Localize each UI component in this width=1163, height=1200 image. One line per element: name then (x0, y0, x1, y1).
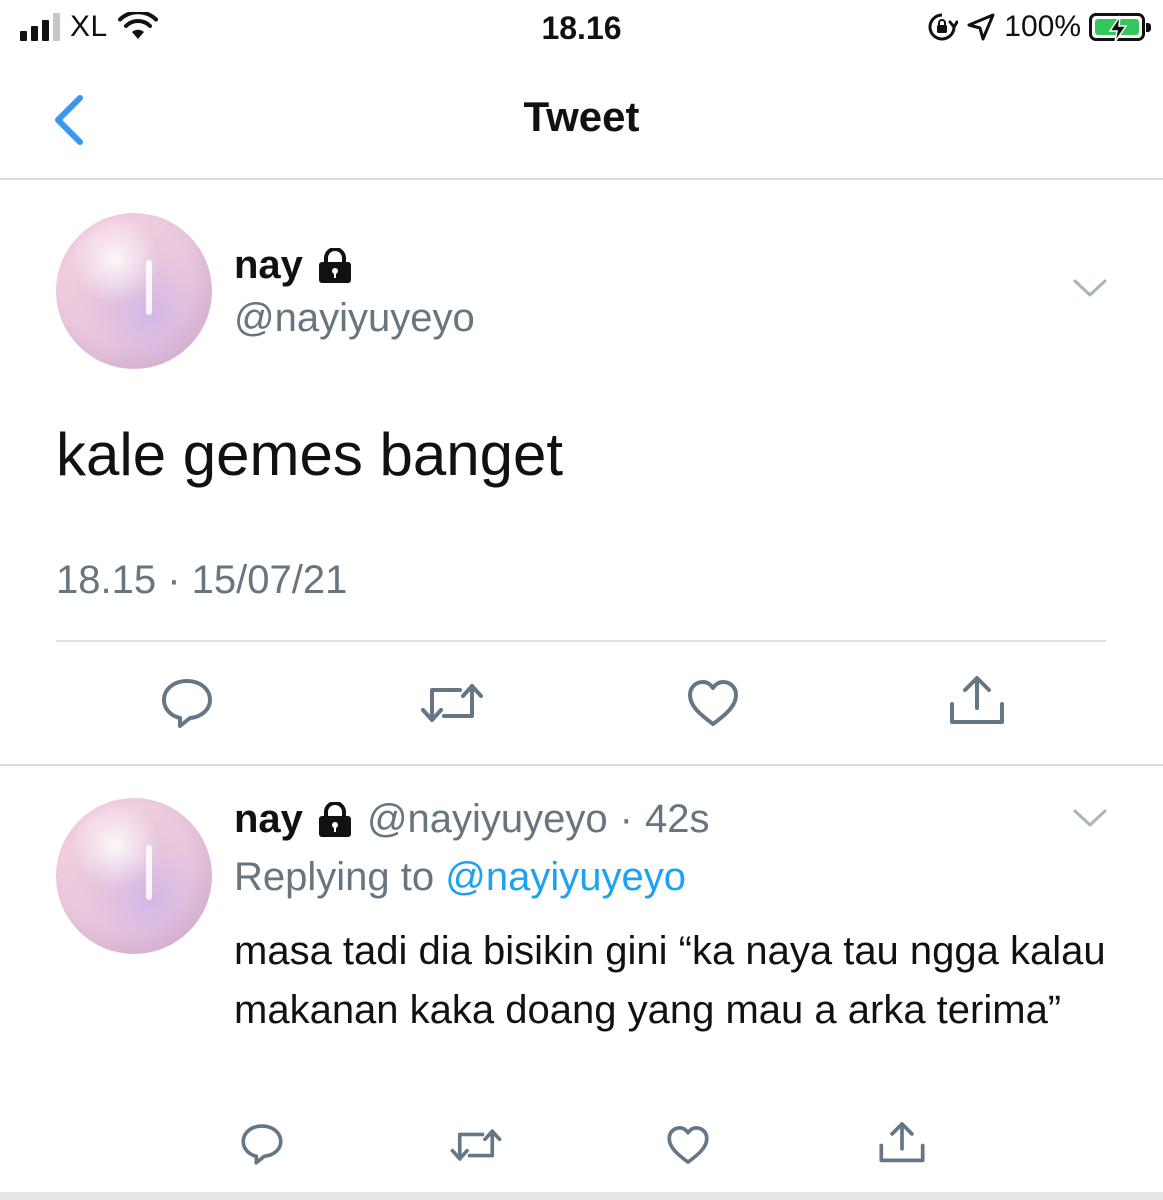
status-right: 100% (926, 10, 1151, 44)
nav-header: Tweet (0, 60, 1163, 180)
share-button[interactable] (878, 1120, 926, 1171)
lock-icon (318, 801, 351, 837)
like-button[interactable] (686, 678, 740, 733)
retweet-icon (450, 1129, 502, 1161)
share-icon (950, 676, 1004, 724)
retweet-icon (421, 684, 483, 722)
reply-button[interactable] (240, 1122, 284, 1171)
replying-to: Replying to @nayiyuyeyo (234, 855, 686, 900)
tweet-text: kale gemes banget (56, 421, 564, 488)
tweet-age[interactable]: 42s (645, 797, 710, 842)
reply-header: nay @nayiyuyeyo · 42s (234, 797, 710, 842)
battery-charging-icon (1089, 13, 1151, 43)
separator-dot: · (619, 797, 633, 841)
lock-icon (318, 247, 351, 283)
tweet-timestamp: 18.15 · 15/07/21 (56, 558, 348, 602)
tweet-actions (0, 672, 1163, 732)
divider (0, 764, 1163, 766)
author-name[interactable]: nay (234, 243, 303, 288)
orientation-lock-icon (928, 13, 959, 41)
battery-percent: 100% (1004, 10, 1081, 43)
reply-button[interactable] (160, 676, 214, 735)
tweet-actions (0, 1118, 1163, 1178)
author-handle[interactable]: @nayiyuyeyo (234, 296, 475, 341)
tweet-text: masa tadi dia bisikin gini “ka naya tau … (234, 929, 1106, 1032)
reply-icon (241, 1124, 283, 1165)
like-icon (688, 680, 738, 726)
replying-to-label: Replying to (234, 855, 435, 899)
chevron-down-icon[interactable] (1072, 806, 1108, 830)
like-icon (667, 1126, 709, 1164)
share-icon (879, 1122, 925, 1163)
divider (56, 640, 1106, 642)
author-handle[interactable]: @nayiyuyeyo (367, 797, 608, 842)
status-bar: XL 18.16 100% (0, 0, 1163, 60)
retweet-button[interactable] (420, 678, 484, 733)
divider (0, 1192, 1163, 1200)
like-button[interactable] (666, 1124, 710, 1171)
page-title: Tweet (523, 93, 640, 140)
location-icon (967, 13, 995, 41)
replying-to-mention[interactable]: @nayiyuyeyo (445, 855, 686, 899)
avatar[interactable] (56, 798, 212, 954)
author-name-row: nay (234, 243, 355, 288)
retweet-button[interactable] (450, 1124, 502, 1171)
chevron-down-icon[interactable] (1072, 276, 1108, 300)
avatar[interactable] (56, 213, 212, 369)
reply-icon (162, 679, 212, 728)
share-button[interactable] (948, 674, 1006, 733)
author-name[interactable]: nay (234, 797, 303, 842)
